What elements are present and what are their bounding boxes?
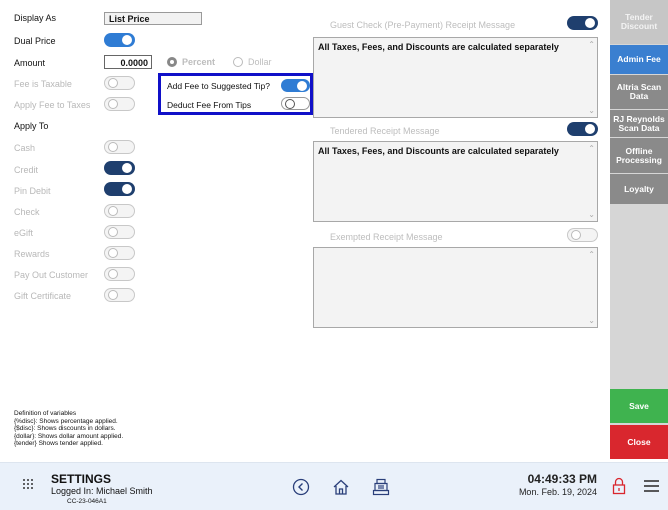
- dollar-radio[interactable]: [233, 57, 243, 67]
- register-icon[interactable]: [372, 478, 390, 496]
- scroll-up-icon[interactable]: ⌃: [588, 250, 595, 259]
- apply-item-pay-out-label: Pay Out Customer: [14, 270, 89, 280]
- clock-date: Mon. Feb. 19, 2024: [518, 487, 597, 497]
- scroll-up-icon[interactable]: ⌃: [588, 40, 595, 49]
- lock-icon[interactable]: [612, 477, 626, 495]
- apply-item-pin-debit-label: Pin Debit: [14, 186, 51, 196]
- tab-tender-discount[interactable]: Tender Discount: [610, 0, 668, 44]
- tendered-textarea[interactable]: All Taxes, Fees, and Discounts are calcu…: [313, 141, 598, 222]
- tab-rj-reynolds-scan-data[interactable]: RJ Reynolds Scan Data: [610, 110, 668, 137]
- close-button[interactable]: Close: [610, 425, 668, 459]
- apply-item-check-toggle[interactable]: [104, 204, 135, 218]
- apps-grid-icon[interactable]: [22, 478, 34, 490]
- apply-item-rewards-label: Rewards: [14, 249, 50, 259]
- percent-label: Percent: [182, 57, 216, 67]
- definition-line: {$disc}: Shows discounts in dollars.: [14, 425, 116, 433]
- apply-item-pin-debit-toggle[interactable]: [104, 182, 135, 196]
- exempted-toggle[interactable]: [567, 228, 598, 242]
- percent-radio[interactable]: [167, 57, 177, 67]
- tab-offline-processing[interactable]: Offline Processing: [610, 138, 668, 173]
- apply-to-label: Apply To: [14, 121, 49, 131]
- deduct-fee-tips-label: Deduct Fee From Tips: [167, 100, 252, 110]
- save-button[interactable]: Save: [610, 389, 668, 423]
- display-as-label: Display As: [14, 13, 57, 23]
- logged-in-text: Logged In: Michael Smith: [51, 486, 153, 496]
- tab-admin-fee[interactable]: Admin Fee: [610, 45, 668, 74]
- tendered-text: All Taxes, Fees, and Discounts are calcu…: [318, 146, 559, 156]
- tab-altria-scan-data[interactable]: Altria Scan Data: [610, 75, 668, 109]
- apply-item-credit-label: Credit: [14, 165, 39, 175]
- page-title: SETTINGS: [51, 472, 112, 486]
- apply-item-check-label: Check: [14, 207, 40, 217]
- amount-field[interactable]: 0.0000: [104, 55, 152, 69]
- apply-item-egift-toggle[interactable]: [104, 225, 135, 239]
- apply-item-cash-toggle[interactable]: [104, 140, 135, 154]
- scroll-up-icon[interactable]: ⌃: [588, 144, 595, 153]
- scroll-down-icon[interactable]: ⌄: [588, 316, 595, 325]
- scroll-down-icon[interactable]: ⌄: [588, 106, 595, 115]
- apply-item-pay-out-toggle[interactable]: [104, 267, 135, 281]
- apply-item-gift-certificate-label: Gift Certificate: [14, 291, 72, 301]
- deduct-fee-tips-toggle[interactable]: [281, 97, 310, 110]
- apply-fee-taxes-toggle[interactable]: [104, 97, 135, 111]
- definition-line: {tender} Shows tender applied.: [14, 440, 103, 448]
- display-as-field[interactable]: List Price: [104, 12, 202, 25]
- apply-item-cash-label: Cash: [14, 143, 36, 153]
- definition-line: {dollar}: Shows dollar amount applied.: [14, 432, 124, 440]
- add-fee-tip-label: Add Fee to Suggested Tip?: [167, 81, 271, 91]
- scroll-down-icon[interactable]: ⌄: [588, 210, 595, 219]
- exempted-textarea[interactable]: ⌃ ⌄: [313, 247, 598, 328]
- guest-check-text: All Taxes, Fees, and Discounts are calcu…: [318, 42, 559, 52]
- device-id: CC-23-046A1: [67, 498, 107, 505]
- back-icon[interactable]: [292, 478, 310, 496]
- apply-fee-taxes-label: Apply Fee to Taxes: [14, 100, 91, 110]
- tendered-label: Tendered Receipt Message: [330, 126, 440, 136]
- guest-check-toggle[interactable]: [567, 16, 598, 30]
- apply-item-rewards-toggle[interactable]: [104, 246, 135, 260]
- dual-price-toggle[interactable]: [104, 33, 135, 47]
- variable-definitions: Definition of variables {%disc}: Shows p…: [14, 410, 123, 448]
- tab-loyalty[interactable]: Loyalty: [610, 174, 668, 204]
- fee-taxable-toggle[interactable]: [104, 76, 135, 90]
- clock-time: 04:49:33 PM: [527, 472, 597, 486]
- amount-label: Amount: [14, 58, 46, 68]
- exempted-label: Exempted Receipt Message: [330, 232, 443, 242]
- guest-check-textarea[interactable]: All Taxes, Fees, and Discounts are calcu…: [313, 37, 598, 118]
- guest-check-label: Guest Check (Pre-Payment) Receipt Messag…: [330, 20, 516, 30]
- tip-options-highlight: Add Fee to Suggested Tip? Deduct Fee Fro…: [158, 73, 313, 115]
- definition-line: Definition of variables: [14, 410, 77, 417]
- apply-item-credit-toggle[interactable]: [104, 161, 135, 175]
- apply-item-egift-label: eGift: [14, 228, 34, 238]
- menu-icon[interactable]: [644, 479, 659, 493]
- home-icon[interactable]: [332, 478, 350, 496]
- apply-item-gift-certificate-toggle[interactable]: [104, 288, 135, 302]
- dual-price-label: Dual Price: [14, 36, 56, 46]
- add-fee-tip-toggle[interactable]: [281, 79, 310, 92]
- dollar-label: Dollar: [248, 57, 272, 67]
- definition-line: {%disc}: Shows percentage applied.: [14, 417, 118, 425]
- tendered-toggle[interactable]: [567, 122, 598, 136]
- fee-taxable-label: Fee is Taxable: [14, 79, 72, 89]
